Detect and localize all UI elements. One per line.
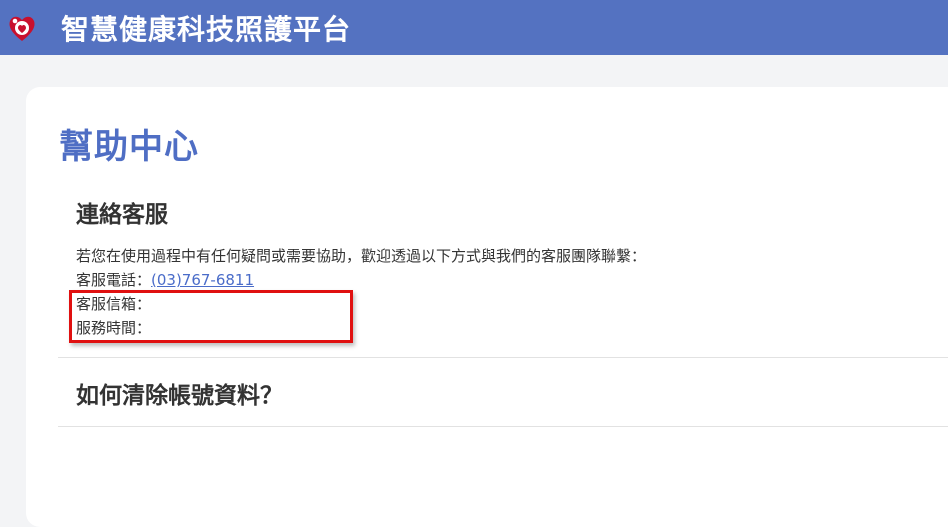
contact-section-heading: 連絡客服 bbox=[76, 202, 168, 228]
faq-clear-account-data-heading[interactable]: 如何清除帳號資料？ bbox=[76, 376, 283, 410]
help-center-card: 幫助中心 連絡客服 若您在使用過程中有任何疑問或需要協助，歡迎透過以下方式與我們… bbox=[26, 87, 948, 527]
app-title: 智慧健康科技照護平台 bbox=[61, 12, 352, 46]
phone-label: 客服電話： bbox=[76, 271, 152, 289]
phone-link[interactable]: (03)767-6811 bbox=[151, 271, 254, 289]
phone-row: 客服電話：(03)767-6811 bbox=[76, 268, 254, 292]
section-divider bbox=[58, 426, 948, 427]
contact-intro-text: 若您在使用過程中有任何疑問或需要協助，歡迎透過以下方式與我們的客服團隊聯繫： bbox=[76, 247, 647, 265]
heart-care-logo-icon[interactable] bbox=[5, 11, 39, 45]
page-title: 幫助中心 bbox=[59, 127, 199, 167]
top-navigation-bar: 智慧健康科技照護平台 bbox=[0, 0, 948, 55]
section-divider bbox=[58, 357, 948, 358]
highlight-annotation-box bbox=[69, 290, 353, 343]
